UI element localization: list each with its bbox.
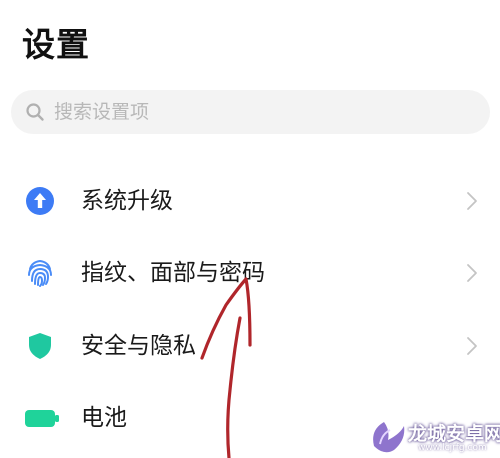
search-bar[interactable] <box>11 90 490 134</box>
shield-icon <box>29 333 51 359</box>
page-title: 设置 <box>22 25 90 64</box>
settings-item-label: 电池 <box>81 405 127 431</box>
settings-item-label: 指纹、面部与密码 <box>81 260 265 286</box>
settings-item-security-privacy[interactable]: 安全与隐私 <box>0 316 500 376</box>
chevron-right-icon <box>467 337 477 355</box>
watermark-text: 龙城安卓网 <box>408 423 500 445</box>
chevron-right-icon <box>467 264 477 282</box>
search-icon <box>26 103 44 121</box>
watermark-url: www.lcjrfg.com <box>418 443 487 453</box>
fingerprint-icon <box>28 259 52 287</box>
search-input[interactable] <box>54 90 474 134</box>
battery-icon <box>25 410 59 427</box>
chevron-right-icon <box>467 192 477 210</box>
settings-item-system-upgrade[interactable]: 系统升级 <box>0 171 500 231</box>
settings-screen: 设置 系统升级 指纹、面部与密码 <box>0 0 500 458</box>
settings-item-label: 安全与隐私 <box>81 333 196 359</box>
settings-item-label: 系统升级 <box>81 188 173 214</box>
upgrade-arrow-icon <box>26 187 54 215</box>
settings-item-fingerprint-face-password[interactable]: 指纹、面部与密码 <box>0 243 500 303</box>
